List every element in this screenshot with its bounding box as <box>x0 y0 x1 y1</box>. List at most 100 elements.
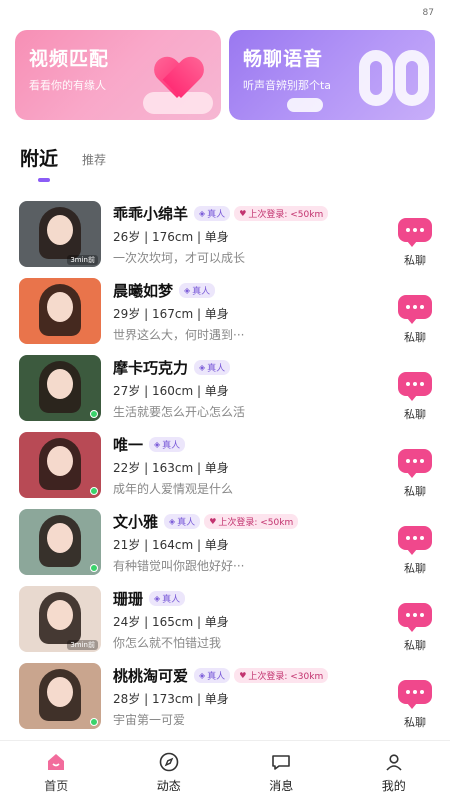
chat-bubble-icon <box>398 526 432 555</box>
user-avatar[interactable]: 3min前 <box>19 201 101 267</box>
user-stats: 21岁 | 164cm | 单身 <box>113 538 229 552</box>
tab-indicator <box>38 178 50 182</box>
chat-bubble-icon <box>398 603 432 632</box>
user-avatar[interactable] <box>19 663 101 729</box>
voice-chat-banner[interactable]: 畅聊语音 听声音辨别那个ta <box>229 30 435 120</box>
status-icons-right: 87 <box>423 8 434 18</box>
user-name: 唯一 <box>113 435 144 454</box>
status-icons-left <box>16 9 63 17</box>
verified-badge: ◈ 真人 <box>164 513 201 529</box>
user-name: 文小雅 <box>113 512 159 531</box>
user-name-line: 摩卡巧克力 ◈ 真人 <box>113 356 383 378</box>
verified-badge-label: 真人 <box>207 209 226 220</box>
verified-badge-label: 真人 <box>177 517 196 528</box>
last-login-badge: ♥ 上次登录: <50km <box>234 205 329 221</box>
quote-icon <box>359 50 429 106</box>
avatar-face <box>47 215 73 245</box>
verified-badge-label: 真人 <box>192 286 211 297</box>
private-chat-label: 私聊 <box>404 639 426 652</box>
heart-icon: ♥ <box>239 208 247 218</box>
user-name: 珊珊 <box>113 589 144 608</box>
avatar-face <box>47 292 73 322</box>
shield-icon: ◈ <box>154 439 161 449</box>
user-row[interactable]: 晨曦如梦 ◈ 真人 29岁 | 167cm | 单身 世界这么大，何时遇到··· … <box>0 277 450 354</box>
user-row[interactable]: 桃桃淘可爱 ◈ 真人 ♥ 上次登录: <30km 28岁 | 173cm | 单身 … <box>0 662 450 739</box>
user-stats: 29岁 | 167cm | 单身 <box>113 307 229 321</box>
user-bio: 宇宙第一可爱 <box>113 713 186 727</box>
battery-level: 87 <box>422 8 434 18</box>
private-chat-button[interactable]: 私聊 <box>397 295 433 345</box>
avatar-face <box>47 523 73 553</box>
last-login-label: 上次登录: <30km <box>248 671 324 682</box>
user-name-line: 桃桃淘可爱 ◈ 真人 ♥ 上次登录: <30km <box>113 664 383 686</box>
nav-messages[interactable]: 消息 <box>225 741 338 800</box>
private-chat-button[interactable]: 私聊 <box>397 603 433 653</box>
tab-nearby[interactable]: 附近 <box>20 144 58 182</box>
private-chat-label: 私聊 <box>404 254 426 267</box>
user-name: 桃桃淘可爱 <box>113 666 189 685</box>
online-indicator <box>90 564 98 572</box>
verified-badge-label: 真人 <box>207 671 226 682</box>
user-avatar[interactable] <box>19 509 101 575</box>
verified-badge-label: 真人 <box>162 594 181 605</box>
shield-icon: ◈ <box>199 208 206 218</box>
nav-profile[interactable]: 我的 <box>338 741 450 800</box>
user-stats: 27岁 | 160cm | 单身 <box>113 384 229 398</box>
banner-row: 视频匹配 看看你的有缘人 畅聊语音 听声音辨别那个ta <box>15 30 435 120</box>
shield-icon: ◈ <box>154 593 161 603</box>
user-avatar[interactable] <box>19 355 101 421</box>
user-stats: 26岁 | 176cm | 单身 <box>113 230 229 244</box>
nav-home[interactable]: 首页 <box>0 741 113 800</box>
chat-bubble-icon <box>398 680 432 709</box>
private-chat-label: 私聊 <box>404 408 426 421</box>
shield-icon: ◈ <box>199 362 206 372</box>
compass-icon <box>158 751 180 773</box>
private-chat-button[interactable]: 私聊 <box>397 680 433 730</box>
private-chat-button[interactable]: 私聊 <box>397 218 433 268</box>
home-icon <box>45 751 67 773</box>
user-row[interactable]: 3min前 珊珊 ◈ 真人 24岁 | 165cm | 单身 你怎么就不怕错过我 … <box>0 585 450 662</box>
cloud-icon <box>287 98 323 112</box>
status-bar: 87 <box>0 0 450 26</box>
online-indicator <box>90 718 98 726</box>
tab-recommend[interactable]: 推荐 <box>82 151 106 171</box>
private-chat-button[interactable]: 私聊 <box>397 372 433 422</box>
user-bio: 世界这么大，何时遇到··· <box>113 328 245 342</box>
user-info: 珊珊 ◈ 真人 24岁 | 165cm | 单身 你怎么就不怕错过我 <box>113 587 383 652</box>
user-row[interactable]: 摩卡巧克力 ◈ 真人 27岁 | 160cm | 单身 生活就要怎么开心怎么活 私… <box>0 354 450 431</box>
nav-feed-label: 动态 <box>156 779 181 793</box>
avatar-face <box>47 369 73 399</box>
user-bio: 成年的人爱情观是什么 <box>113 482 234 496</box>
user-name: 摩卡巧克力 <box>113 358 189 377</box>
nav-profile-label: 我的 <box>381 779 406 793</box>
user-bio: 你怎么就不怕错过我 <box>113 636 222 650</box>
private-chat-button[interactable]: 私聊 <box>397 449 433 499</box>
private-chat-label: 私聊 <box>404 716 426 729</box>
nav-feed[interactable]: 动态 <box>113 741 226 800</box>
user-avatar[interactable]: 3min前 <box>19 586 101 652</box>
shield-icon: ◈ <box>169 516 176 526</box>
user-name-line: 乖乖小绵羊 ◈ 真人 ♥ 上次登录: <50km <box>113 202 383 224</box>
user-name-line: 唯一 ◈ 真人 <box>113 433 383 455</box>
user-info: 唯一 ◈ 真人 22岁 | 163cm | 单身 成年的人爱情观是什么 <box>113 433 383 498</box>
user-row[interactable]: 唯一 ◈ 真人 22岁 | 163cm | 单身 成年的人爱情观是什么 私聊 <box>0 431 450 508</box>
last-login-label: 上次登录: <50km <box>248 209 324 220</box>
verified-badge-label: 真人 <box>162 440 181 451</box>
list-tabs: 附近 推荐 <box>20 144 106 182</box>
nav-home-label: 首页 <box>44 779 69 793</box>
user-row[interactable]: 文小雅 ◈ 真人 ♥ 上次登录: <50km 21岁 | 164cm | 单身 有种… <box>0 508 450 585</box>
chat-bubble-icon <box>398 372 432 401</box>
private-chat-button[interactable]: 私聊 <box>397 526 433 576</box>
user-avatar[interactable] <box>19 432 101 498</box>
user-info: 晨曦如梦 ◈ 真人 29岁 | 167cm | 单身 世界这么大，何时遇到··· <box>113 279 383 344</box>
video-match-banner[interactable]: 视频匹配 看看你的有缘人 <box>15 30 221 120</box>
user-row[interactable]: 3min前 乖乖小绵羊 ◈ 真人 ♥ 上次登录: <50km 26岁 | 176cm… <box>0 200 450 277</box>
user-avatar[interactable] <box>19 278 101 344</box>
shield-icon: ◈ <box>184 285 191 295</box>
user-stats: 28岁 | 173cm | 单身 <box>113 692 229 706</box>
user-info: 乖乖小绵羊 ◈ 真人 ♥ 上次登录: <50km 26岁 | 176cm | 单身 … <box>113 202 383 267</box>
verified-badge: ◈ 真人 <box>194 359 231 375</box>
online-indicator <box>90 410 98 418</box>
last-login-badge: ♥ 上次登录: <50km <box>204 513 299 529</box>
last-login-badge: ♥ 上次登录: <30km <box>234 667 329 683</box>
